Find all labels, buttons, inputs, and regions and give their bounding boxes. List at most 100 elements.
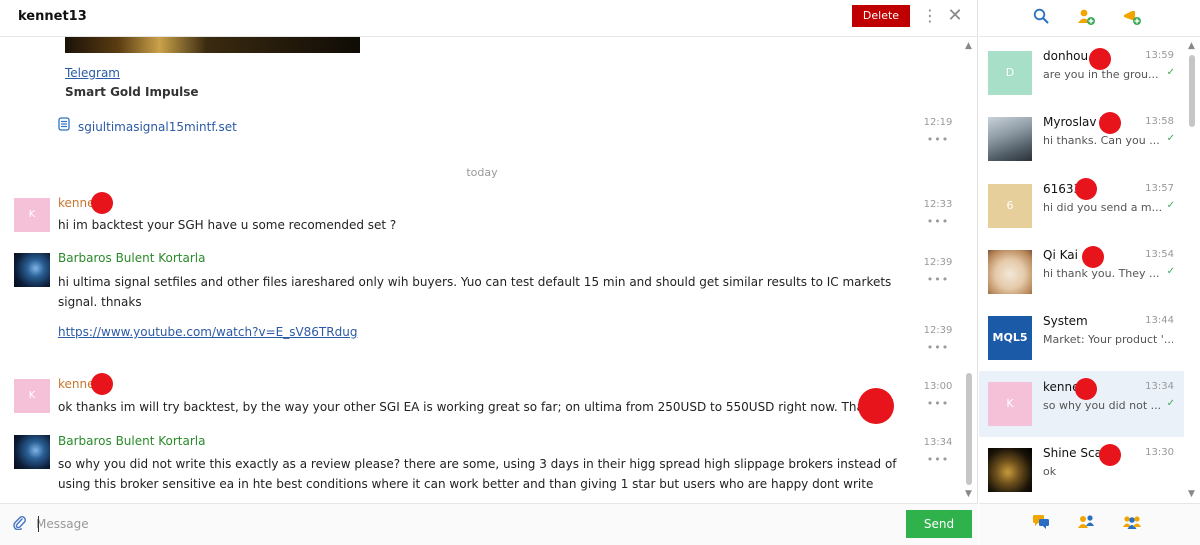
avatar [988,448,1032,492]
avatar[interactable]: K [14,198,50,232]
avatar: 6 [988,184,1032,228]
scroll-down-icon[interactable]: ▼ [1188,489,1195,499]
avatar: K [988,382,1032,426]
sender-name[interactable]: kenne [58,196,95,210]
message-options-icon[interactable]: ••• [924,273,952,286]
redaction-mark [1082,246,1104,268]
chat-time: 13:44 [1145,315,1174,326]
avatar[interactable]: K [14,379,50,413]
chat-preview: hi did you send a m... [1043,201,1163,214]
groups-icon[interactable] [1122,514,1142,534]
chat-title: kennet13 [18,9,87,24]
scroll-up-icon[interactable]: ▲ [1188,41,1195,51]
message-text: so why you did not write this exactly as… [58,457,897,491]
redaction-mark [1099,444,1121,466]
chat-preview: so why you did not ... [1043,399,1162,412]
chat-time: 13:59 [1145,50,1174,61]
chat-time: 13:54 [1145,249,1174,260]
sender-name[interactable]: Barbaros Bulent Kortarla [58,434,205,448]
message-time: 13:34 [923,437,953,448]
read-check-icon: ✓ [1166,398,1175,409]
add-contact-icon[interactable] [1076,8,1096,28]
chats-icon[interactable] [1031,514,1051,534]
telegram-name: Smart Gold Impulse [65,85,199,99]
message-options-icon[interactable]: ••• [924,133,952,146]
chat-list: D donhou 13:59 are you in the grou... ✓ … [979,37,1184,503]
contacts-icon[interactable] [1076,514,1096,534]
close-icon[interactable]: ✕ [945,6,965,26]
chat-preview: are you in the grou... [1043,68,1159,81]
read-check-icon: ✓ [1166,133,1175,144]
redaction-mark [91,373,113,395]
chat-time: 13:34 [1145,381,1174,392]
chat-name: donhou [1043,49,1089,63]
chat-list-item[interactable]: Qi Kai 13:54 hi thank you. They ... ✓ [979,239,1184,305]
chat-list-item[interactable]: Shine Sca 13:30 ok [979,437,1184,503]
message-options-icon[interactable]: ••• [924,215,952,228]
chat-time: 13:58 [1145,116,1174,127]
avatar [988,250,1032,294]
date-separator: today [466,166,498,179]
message-text: hi ultima signal setfiles and other file… [58,275,892,309]
chat-preview: hi thanks. Can you ... [1043,134,1160,147]
message-text: hi im backtest your SGH have u some reco… [58,218,397,232]
delete-button[interactable]: Delete [852,5,910,27]
message-time: 12:39 [923,257,953,268]
read-check-icon: ✓ [1166,266,1175,277]
avatar[interactable] [14,253,50,287]
chat-list-item[interactable]: MQL5 System 13:44 Market: Your product '… [979,305,1184,371]
paperclip-icon[interactable] [12,514,26,534]
scroll-down-icon[interactable]: ▼ [965,489,972,499]
youtube-link[interactable]: https://www.youtube.com/watch?v=E_sV86TR… [58,325,357,339]
message-time: 13:00 [923,381,953,392]
file-icon [58,117,72,134]
search-icon[interactable] [1031,8,1051,28]
chat-scrollbar[interactable]: ▲ ▼ [962,37,978,503]
chat-pane: kennet13 Delete ⋮ ✕ Telegram Smart Gold … [0,0,978,545]
message-options-icon[interactable]: ••• [924,453,952,466]
avatar: D [988,51,1032,95]
chat-list-item[interactable]: D donhou 13:59 are you in the grou... ✓ [979,40,1184,106]
scroll-up-icon[interactable]: ▲ [965,41,972,51]
chat-name: System [1043,314,1088,328]
chat-list-item[interactable]: 6 61633 13:57 hi did you send a m... ✓ [979,173,1184,239]
chat-list-item[interactable]: Myroslav T... 13:58 hi thanks. Can you .… [979,106,1184,172]
chat-time: 13:57 [1145,183,1174,194]
chat-time: 13:30 [1145,447,1174,458]
scrollbar-thumb[interactable] [1189,55,1195,127]
chat-preview: ok [1043,465,1057,478]
redaction-mark [1089,48,1111,70]
message-time: 12:39 [923,325,953,336]
message-time: 12:33 [923,199,953,210]
add-channel-icon[interactable] [1122,8,1142,28]
redaction-mark [1075,378,1097,400]
read-check-icon: ✓ [1166,200,1175,211]
message-time: 12:19 [923,117,953,128]
chat-name: Shine Sca [1043,446,1102,460]
text-caret [38,516,39,532]
mql5-logo: MQL5 [988,316,1032,360]
chat-list-scrollbar[interactable]: ▲ ▼ [1184,37,1200,503]
avatar[interactable] [14,435,50,469]
message-text: ok thanks im will try backtest, by the w… [58,400,890,414]
message-input[interactable] [36,513,886,535]
sidebar-toolbar [979,0,1200,37]
more-options-icon[interactable]: ⋮ [922,6,938,26]
chat-name: Qi Kai [1043,248,1078,262]
message-options-icon[interactable]: ••• [924,341,952,354]
file-name: sgiultimasignal15mintf.set [78,120,237,134]
sender-name[interactable]: kenne [58,377,95,391]
chat-preview: Market: Your product '... [1043,333,1173,346]
sidebar-bottom-nav [979,503,1200,545]
sender-name[interactable]: Barbaros Bulent Kortarla [58,251,205,265]
telegram-link[interactable]: Telegram [65,66,120,80]
message-options-icon[interactable]: ••• [924,397,952,410]
file-attachment[interactable]: sgiultimasignal15mintf.set [58,117,237,134]
send-button[interactable]: Send [906,510,972,538]
chat-list-item-selected[interactable]: K kenne 13:34 so why you did not ... ✓ [979,371,1184,437]
message-image[interactable] [65,37,360,53]
scrollbar-thumb[interactable] [966,373,972,485]
message-list: Telegram Smart Gold Impulse sgiultimasig… [0,37,962,503]
message-composer: Send [0,503,978,545]
chat-preview: hi thank you. They ... [1043,267,1160,280]
